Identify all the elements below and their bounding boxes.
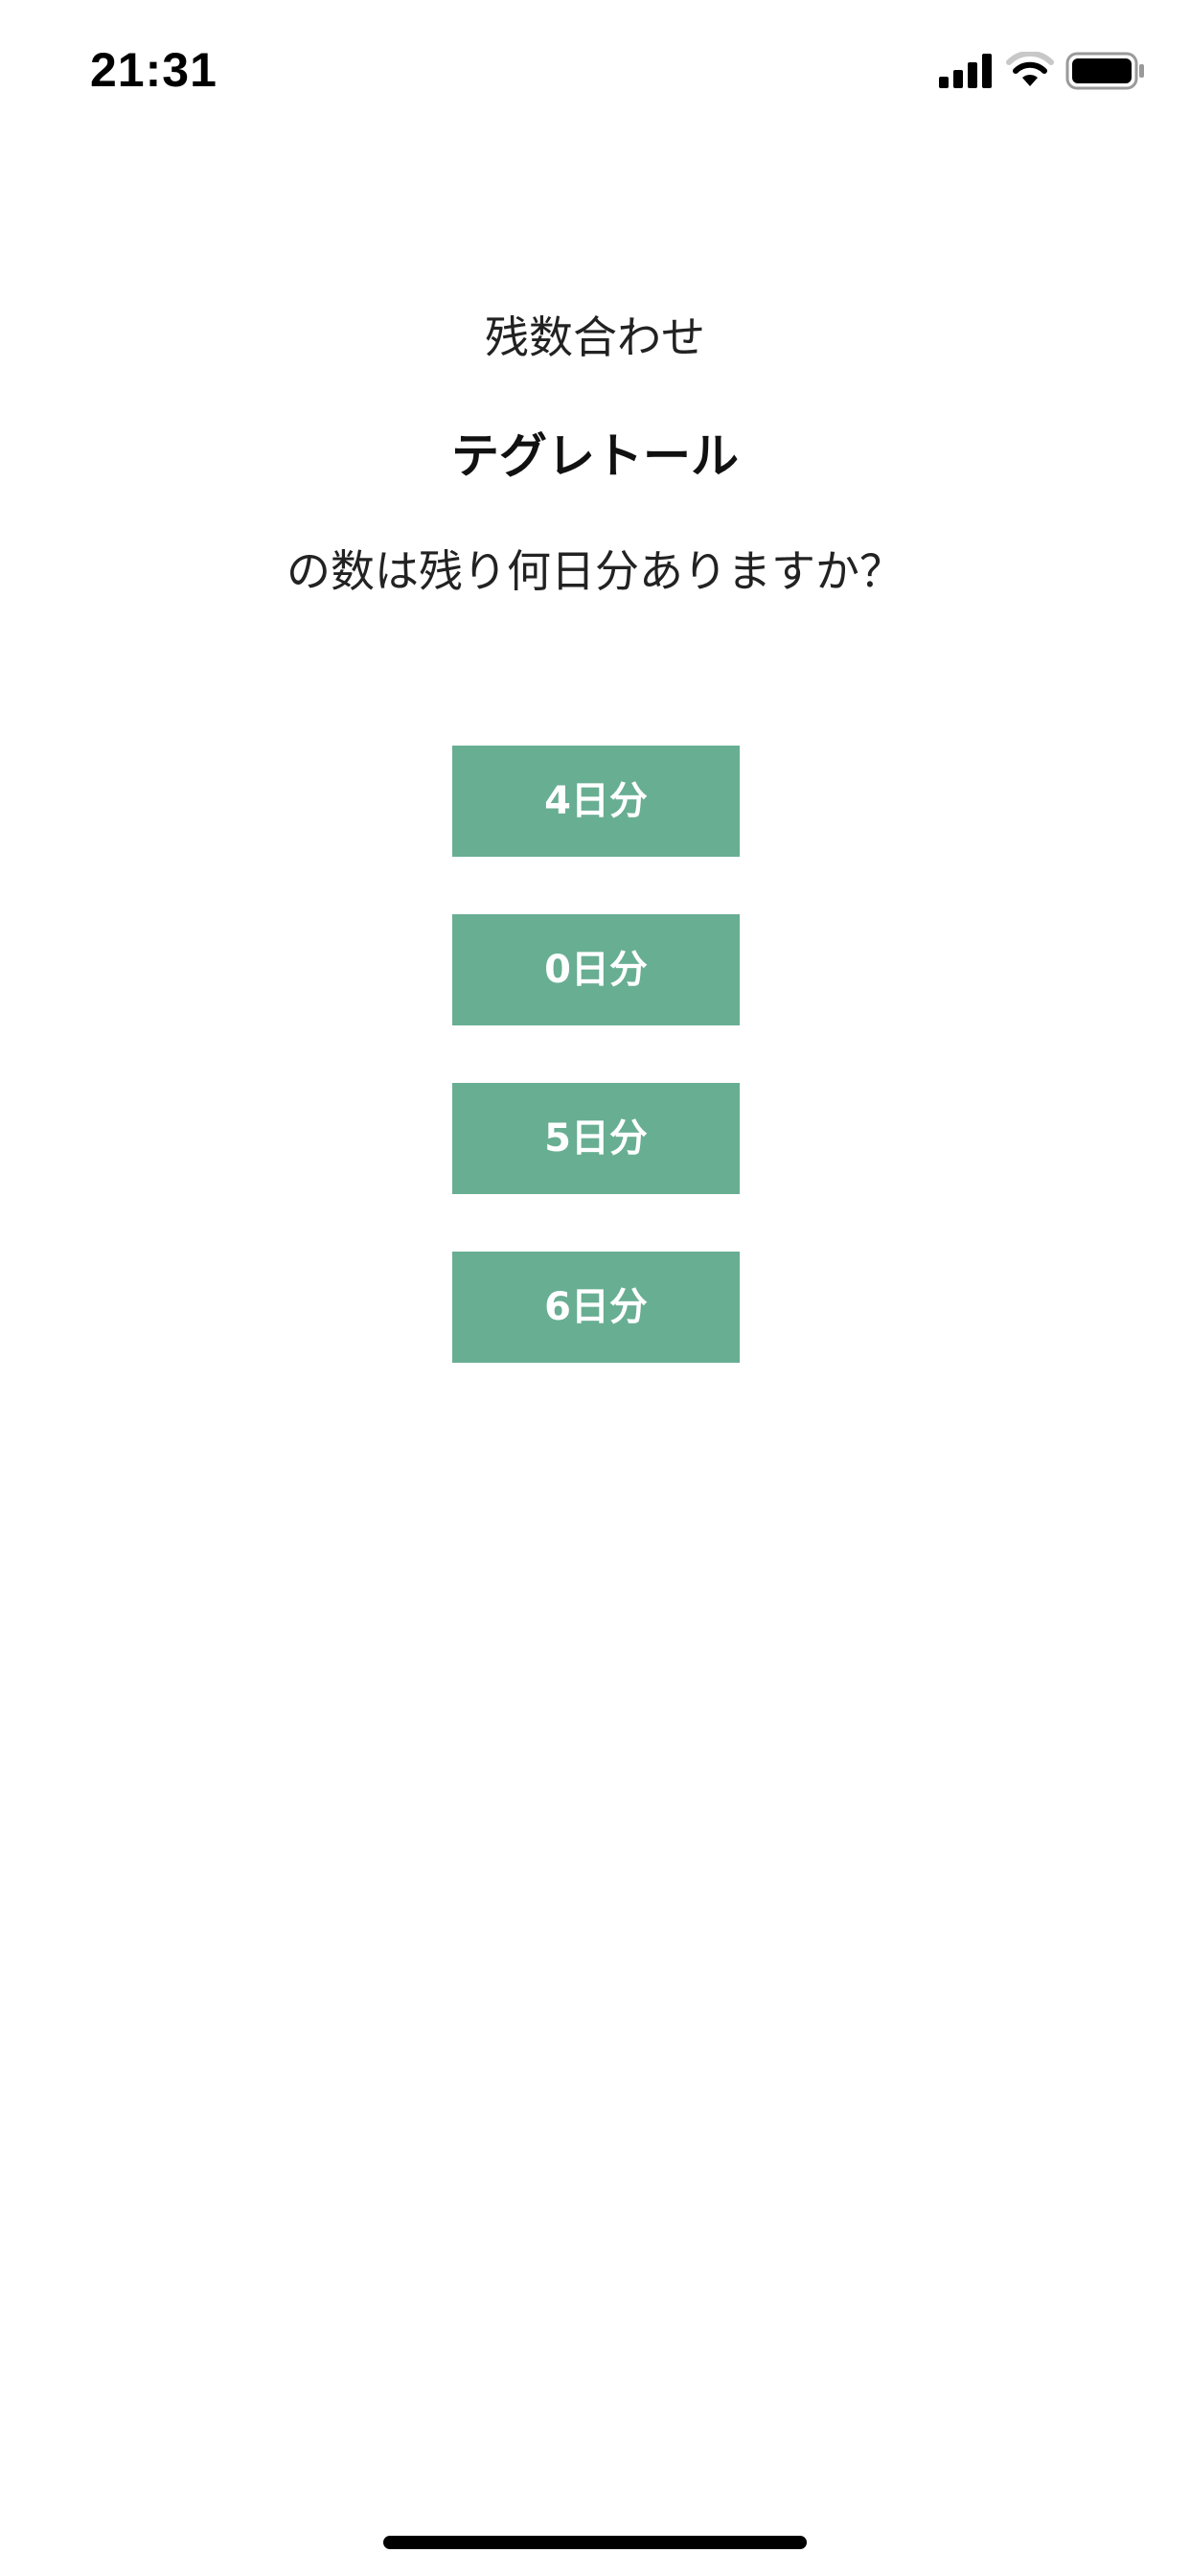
- battery-icon: [1065, 52, 1144, 90]
- answer-option-button[interactable]: 4日分: [452, 746, 740, 857]
- wifi-icon: [1006, 52, 1054, 86]
- medicine-name: テグレトール: [451, 428, 739, 484]
- cellular-signal-icon: [939, 54, 992, 88]
- status-time: 21:31: [90, 43, 217, 97]
- status-bar: 21:31: [0, 0, 1190, 144]
- answer-option-button[interactable]: 5日分: [452, 1083, 740, 1194]
- home-indicator[interactable]: [383, 2536, 807, 2549]
- question-text: の数は残り何日分ありますか？: [286, 545, 904, 597]
- answer-option-button[interactable]: 6日分: [452, 1252, 740, 1363]
- answer-option-button[interactable]: 0日分: [452, 914, 740, 1025]
- quiz-mode-title: 残数合わせ: [485, 311, 705, 363]
